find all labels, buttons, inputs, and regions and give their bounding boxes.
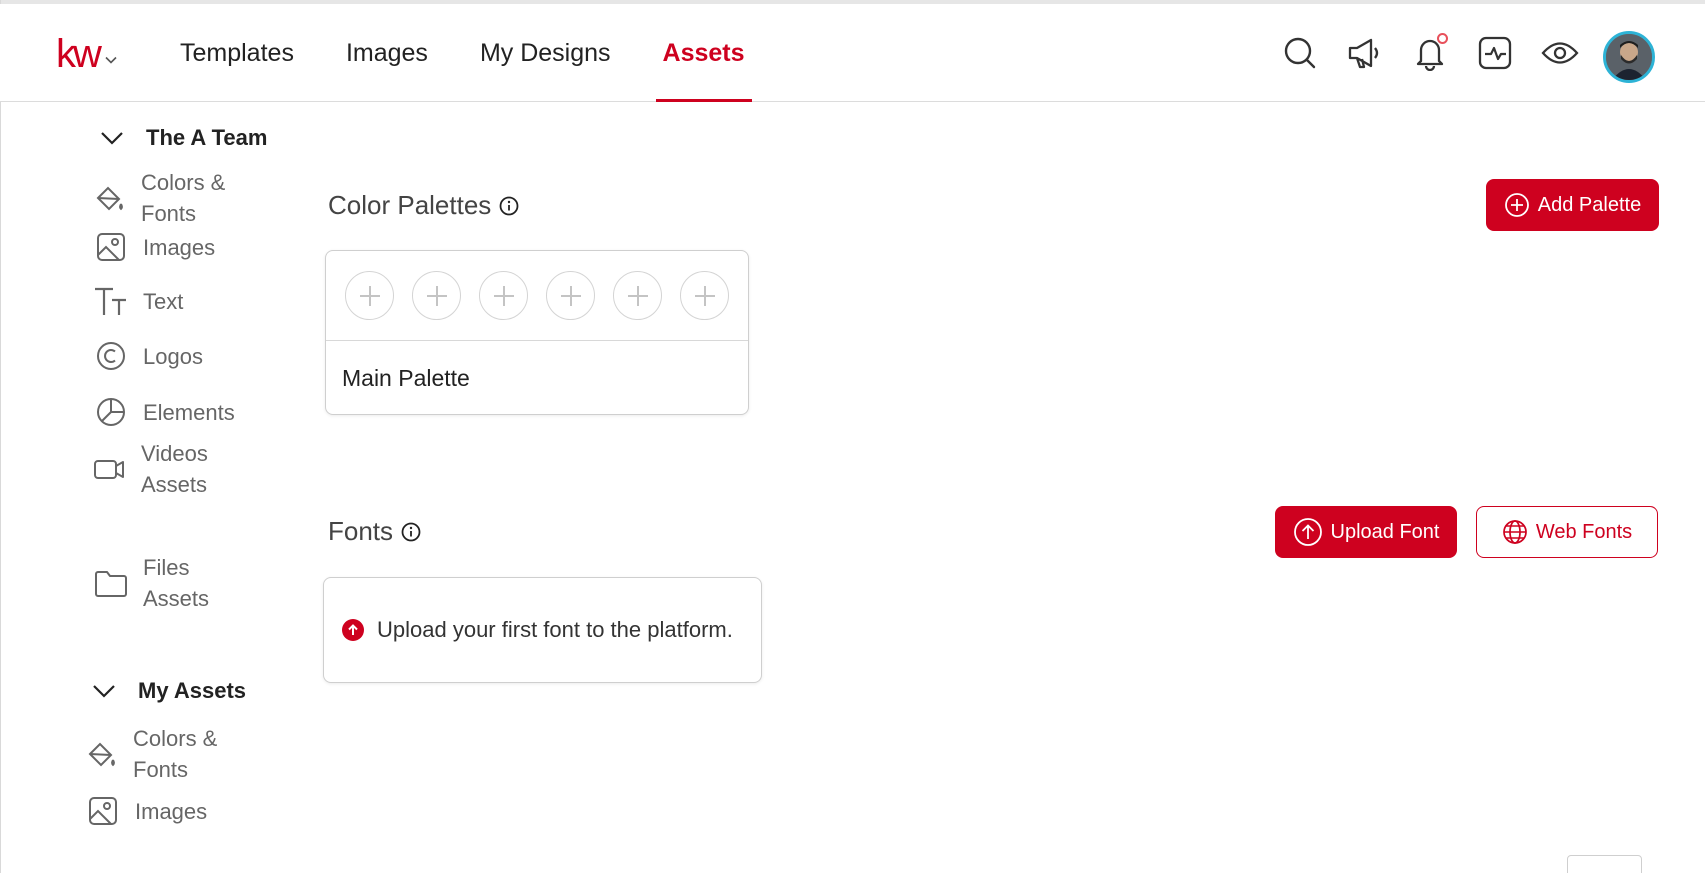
add-color-swatch[interactable]: [345, 271, 394, 320]
fonts-title: Fonts: [328, 516, 394, 546]
notification-dot: [1437, 33, 1448, 44]
text-icon: [93, 283, 129, 319]
upload-font-label: Upload Font: [1330, 520, 1440, 543]
sidebar-item-text[interactable]: Text: [93, 283, 253, 319]
plus-icon: [359, 285, 380, 306]
sidebar-item-label: Colors & Fonts: [141, 170, 226, 226]
web-fonts-button[interactable]: Web Fonts: [1476, 506, 1658, 558]
sidebar-item-logos[interactable]: Logos: [93, 338, 253, 374]
palette-card[interactable]: Main Palette: [325, 250, 749, 415]
palette-swatches: [326, 251, 748, 341]
floating-panel-edge[interactable]: [1567, 855, 1642, 873]
sidebar-item-videos-assets[interactable]: Videos Assets: [91, 438, 251, 500]
plus-circle-icon: [1504, 193, 1529, 217]
bell-icon[interactable]: [1410, 33, 1450, 73]
sidebar-item-label: Images: [143, 234, 216, 260]
sidebar-item-label: Files Assets: [143, 555, 210, 611]
group-label: The A Team: [146, 125, 268, 150]
nav-assets[interactable]: Assets: [655, 4, 752, 102]
avatar[interactable]: [1603, 31, 1655, 83]
pie-icon: [93, 394, 129, 430]
add-color-swatch[interactable]: [680, 271, 729, 320]
add-color-swatch[interactable]: [412, 271, 461, 320]
color-palettes-heading: Color Palettes: [328, 190, 519, 221]
font-empty-state: Upload your first font to the platform.: [323, 577, 762, 683]
sidebar-item-label: Elements: [143, 399, 235, 425]
add-color-swatch[interactable]: [479, 271, 528, 320]
kw-logo: kw: [56, 32, 102, 76]
fonts-heading: Fonts: [328, 516, 421, 547]
sidebar-item-my-colors-fonts[interactable]: Colors & Fonts: [83, 723, 243, 785]
image-icon: [85, 793, 121, 829]
group-label: My Assets: [138, 678, 247, 703]
sidebar-item-elements[interactable]: Elements: [93, 394, 253, 430]
eye-icon[interactable]: [1540, 33, 1580, 73]
palette-name: Main Palette: [342, 364, 470, 391]
top-header: kw Templates Images My Designs Assets: [0, 4, 1705, 102]
chevron-down-icon: [93, 685, 115, 698]
nav-my-designs[interactable]: My Designs: [480, 4, 611, 102]
main-nav: Templates Images My Designs Assets: [180, 4, 797, 102]
kw-logo-menu[interactable]: kw: [56, 34, 117, 74]
add-color-swatch[interactable]: [613, 271, 662, 320]
assets-sidebar: The A Team Colors & Fonts Images Text Lo…: [0, 103, 300, 873]
sidebar-item-label: Logos: [143, 343, 203, 369]
upload-circle-icon: [1293, 518, 1322, 546]
globe-icon: [1502, 520, 1527, 544]
image-icon: [93, 229, 129, 265]
activity-icon[interactable]: [1475, 33, 1515, 73]
plus-icon: [694, 285, 715, 306]
megaphone-icon[interactable]: [1345, 33, 1385, 73]
info-icon[interactable]: [499, 196, 519, 216]
sidebar-item-label: Colors & Fonts: [133, 726, 218, 782]
folder-icon: [93, 565, 129, 601]
group-the-a-team[interactable]: The A Team: [100, 125, 267, 151]
paint-bucket-icon: [91, 180, 127, 216]
add-color-swatch[interactable]: [546, 271, 595, 320]
color-palettes-title: Color Palettes: [328, 190, 492, 220]
info-icon[interactable]: [401, 522, 421, 542]
plus-icon: [560, 285, 581, 306]
sidebar-item-colors-fonts[interactable]: Colors & Fonts: [91, 167, 251, 229]
add-palette-label: Add Palette: [1537, 193, 1642, 216]
sidebar-item-images[interactable]: Images: [93, 229, 253, 265]
chevron-down-icon: [101, 132, 123, 145]
sidebar-item-label: Images: [135, 798, 208, 824]
nav-templates[interactable]: Templates: [180, 4, 294, 102]
upload-font-button[interactable]: Upload Font: [1275, 506, 1457, 558]
group-my-assets[interactable]: My Assets: [92, 678, 246, 704]
nav-images[interactable]: Images: [346, 4, 428, 102]
sidebar-item-files-assets[interactable]: Files Assets: [93, 552, 253, 614]
empty-message: Upload your first font to the platform.: [377, 617, 733, 642]
plus-icon: [493, 285, 514, 306]
sidebar-item-label: Videos Assets: [141, 441, 208, 497]
add-palette-button[interactable]: Add Palette: [1486, 179, 1659, 231]
search-icon[interactable]: [1280, 33, 1320, 73]
sidebar-item-label: Text: [143, 288, 184, 314]
plus-icon: [627, 285, 648, 306]
paint-bucket-icon: [83, 736, 119, 772]
copyright-icon: [93, 338, 129, 374]
sidebar-item-my-images[interactable]: Images: [85, 793, 245, 829]
video-icon: [91, 451, 127, 487]
chevron-down-icon: [105, 56, 117, 64]
plus-icon: [426, 285, 447, 306]
web-fonts-label: Web Fonts: [1535, 520, 1633, 543]
upload-arrow-icon: [342, 619, 364, 641]
